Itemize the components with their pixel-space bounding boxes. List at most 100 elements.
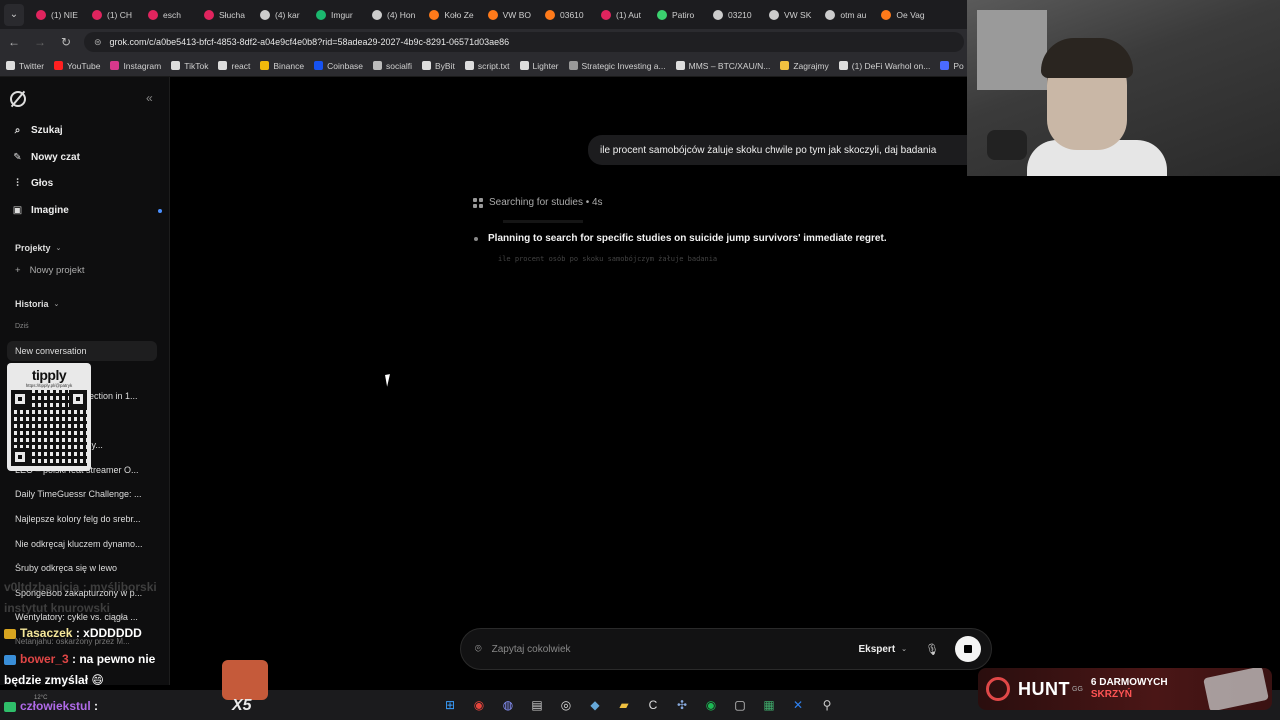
- bookmark-item[interactable]: MMS – BTC/XAU/N...: [675, 61, 770, 71]
- mode-selector[interactable]: Ekspert ⌄: [858, 644, 907, 655]
- app-icon[interactable]: ▢: [730, 695, 750, 715]
- stream-chat-message: będzie zmyślał 😄: [4, 673, 104, 687]
- bookmark-item[interactable]: Coinbase: [314, 61, 363, 71]
- forward-icon[interactable]: →: [32, 35, 48, 49]
- bookmark-item[interactable]: react: [218, 61, 250, 71]
- browser-tab[interactable]: (1) NIE: [30, 4, 84, 26]
- tabs-container: (1) NIE (1) CH esch Słucha (4) kar Imgur (4) H…: [30, 4, 931, 26]
- favicon-icon: [316, 9, 326, 20]
- spreadsheet-icon[interactable]: ▦: [759, 695, 779, 715]
- steam-icon[interactable]: ◆: [585, 695, 605, 715]
- chat-username: człowiekstul: [20, 699, 91, 713]
- bookmark-item[interactable]: Po: [940, 61, 964, 71]
- user-message-bubble: ile procent samobójców żaluje skoku chwi…: [588, 135, 968, 165]
- favicon-icon: [544, 9, 555, 20]
- bookmark-item[interactable]: Binance: [260, 61, 304, 71]
- bookmark-label: (1) DeFi Warhol on...: [851, 60, 931, 71]
- user-message-text: ile procent samobójców żaluje skoku chwi…: [600, 144, 937, 156]
- site-info-icon[interactable]: ⊜: [94, 37, 102, 48]
- address-bar[interactable]: ⊜ grok.com/c/a0be5413-bfcf-4853-8df2-a04…: [84, 32, 964, 52]
- bookmark-favicon-icon: [464, 61, 474, 70]
- network-icon[interactable]: ✣: [672, 695, 692, 715]
- collapse-sidebar-icon[interactable]: «: [146, 91, 153, 105]
- browser-tab[interactable]: otm au: [819, 4, 873, 26]
- bookmark-item[interactable]: ByBit: [422, 61, 455, 71]
- bookmark-item[interactable]: Twitter: [6, 61, 44, 71]
- favicon-icon: [487, 9, 498, 20]
- sidebar-item-label: Szukaj: [31, 125, 63, 136]
- bookmark-item[interactable]: script.txt: [464, 61, 510, 71]
- chrome-icon[interactable]: ◉: [469, 695, 489, 715]
- browser-tab[interactable]: esch: [142, 4, 196, 26]
- bookmark-item[interactable]: Zagrajmy: [780, 61, 829, 71]
- search-status-text: Searching for studies • 4s: [489, 197, 603, 208]
- tab-label: otm au: [840, 9, 867, 20]
- bookmark-item[interactable]: Strategic Investing a...: [568, 61, 666, 71]
- browser-tab[interactable]: 03610: [539, 4, 593, 26]
- webcam-overlay: [967, 0, 1280, 176]
- tab-label: VW BO: [502, 9, 531, 20]
- search-status[interactable]: Searching for studies • 4s: [473, 197, 603, 208]
- browser-tab[interactable]: VW BO: [482, 4, 537, 26]
- attach-icon[interactable]: ⌾: [475, 643, 482, 656]
- browser-tab[interactable]: Oe Vag: [875, 4, 930, 26]
- favicon-icon: [656, 9, 667, 20]
- bookmark-item[interactable]: socialfi: [373, 61, 412, 71]
- browser-tab[interactable]: (1) CH: [86, 4, 140, 26]
- projects-section-toggle[interactable]: Projekty ⌄: [15, 243, 61, 253]
- sidebar-item-label: Głos: [31, 178, 54, 189]
- bookmark-item[interactable]: YouTube: [54, 61, 100, 71]
- browser-tab[interactable]: Słucha: [198, 4, 252, 26]
- vscode-icon[interactable]: ✕: [788, 695, 808, 715]
- folder-icon[interactable]: ▰: [614, 695, 634, 715]
- bookmark-favicon-icon: [54, 61, 64, 70]
- stream-chat-message: bower_3 : na pewno nie: [4, 652, 155, 666]
- stop-generation-button[interactable]: [955, 636, 981, 662]
- hunt-logo-icon: [986, 677, 1010, 701]
- ccleaner-icon[interactable]: C: [643, 695, 663, 715]
- hunt-gg: GG: [1072, 685, 1083, 693]
- stop-icon: [964, 645, 972, 653]
- history-item[interactable]: Najlepsze kolory felg do srebr...: [15, 514, 155, 524]
- sidebar-item-new-chat[interactable]: ✎ Nowy czat: [12, 152, 162, 163]
- tab-label: (4) Hon: [387, 9, 416, 20]
- chat-input[interactable]: [491, 643, 849, 655]
- new-project-button[interactable]: + Nowy projekt: [15, 265, 84, 276]
- browser-tab[interactable]: (4) kar: [254, 4, 308, 26]
- bookmark-item[interactable]: Lighter: [519, 61, 559, 71]
- browser-tab[interactable]: Patiro: [651, 4, 705, 26]
- bookmark-item[interactable]: (1) DeFi Warhol on...: [838, 60, 931, 71]
- browser-tab[interactable]: Koło Ze: [423, 4, 479, 26]
- sidebar-item-voice[interactable]: ⫶ Głos: [12, 178, 162, 189]
- bookmark-favicon-icon: [940, 61, 950, 70]
- browser-tab[interactable]: VW SK: [763, 4, 817, 26]
- pin-icon[interactable]: ⚲: [817, 695, 837, 715]
- bookmark-item[interactable]: TikTok: [171, 61, 208, 71]
- reload-icon[interactable]: ↻: [58, 35, 74, 49]
- spotify-icon[interactable]: ◉: [701, 695, 721, 715]
- history-item[interactable]: Nie odkręcaj kluczem dynamo...: [15, 539, 155, 549]
- browser-tab[interactable]: (4) Hon: [366, 4, 421, 26]
- grok-logo-icon[interactable]: [10, 91, 26, 107]
- sidebar-item-search[interactable]: ⌕ Szukaj: [12, 125, 162, 136]
- discord-icon[interactable]: ◍: [498, 695, 518, 715]
- microphone-icon[interactable]: 🎙: [925, 643, 939, 656]
- browser-tab[interactable]: (1) Aut: [595, 4, 649, 26]
- browser-tab[interactable]: 03210: [707, 4, 761, 26]
- windows-start-icon[interactable]: ⊞: [440, 695, 460, 715]
- bookmark-label: Binance: [273, 60, 305, 71]
- back-icon[interactable]: ←: [6, 35, 22, 49]
- obs-icon[interactable]: ◎: [556, 695, 576, 715]
- history-item[interactable]: Daily TimeGuessr Challenge: ...: [15, 489, 155, 499]
- favicon-icon: [204, 9, 214, 20]
- notes-icon[interactable]: ▤: [527, 695, 547, 715]
- history-item[interactable]: New conversation: [7, 341, 157, 361]
- chat-username: bower_3: [20, 652, 69, 666]
- history-section-toggle[interactable]: Historia ⌄: [15, 299, 59, 309]
- browser-tab[interactable]: Imgur: [310, 4, 364, 26]
- history-item[interactable]: Śruby odkręca się w lewo: [15, 563, 155, 573]
- sidebar-item-imagine[interactable]: ▣ Imagine: [12, 205, 162, 216]
- new-project-label: Nowy projekt: [29, 265, 85, 276]
- bookmark-item[interactable]: Instagram: [110, 61, 161, 71]
- tab-search-button[interactable]: ⌄: [4, 3, 24, 26]
